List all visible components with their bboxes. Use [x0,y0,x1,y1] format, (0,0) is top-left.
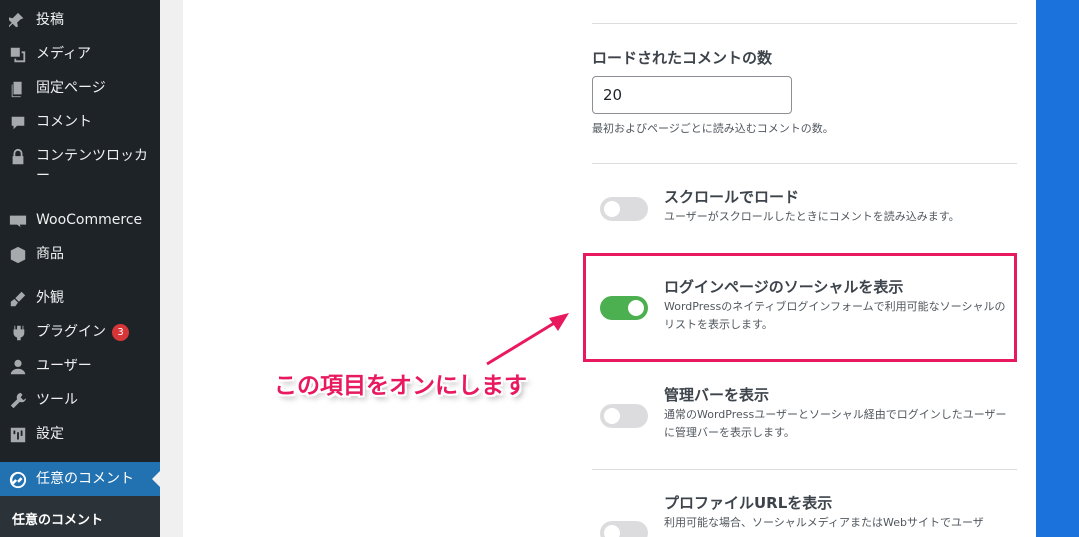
pin-icon [0,10,36,30]
update-count-badge: 3 [112,324,129,341]
sidebar-item-media[interactable]: メディア [0,44,160,64]
settings-icon [0,424,36,444]
box-icon [0,244,36,264]
wrench-icon [0,390,36,410]
sidebar-item-posts[interactable]: 投稿 [0,10,160,30]
sidebar-item-label: コンテンツロッカー [36,148,148,184]
sidebar-item-products[interactable]: 商品 [0,244,160,264]
divider [592,23,1017,24]
toggle-knob [604,201,620,217]
sidebar-item-appearance[interactable]: 外観 [0,288,160,308]
profile-url-label: プロファイルURLを表示 [664,494,833,512]
sidebar-item-label: プラグイン [36,324,106,340]
user-icon [0,356,36,376]
brush-icon [0,288,36,308]
toggle-knob [604,408,620,424]
annotation-callout: この項目をオンにします [274,373,527,399]
scroll-load-description: ユーザーがスクロールしたときにコメントを読み込みます。 [664,210,960,223]
right-edge-bar [1036,0,1079,537]
sidebar-item-label: ツール [36,392,78,408]
sidebar-item-woocommerce[interactable]: WooCommerce [0,210,160,230]
media-icon [0,44,36,64]
sidebar-item-content-locker[interactable]: コンテンツロッカー [0,146,160,186]
sidebar-item-pages[interactable]: 固定ページ [0,78,160,98]
admin-bar-label: 管理バーを表示 [664,386,770,404]
sidebar-item-label: コメント [36,114,92,130]
sidebar-item-tools[interactable]: ツール [0,390,160,410]
sidebar-item-label: メディア [36,46,92,62]
sidebar-item-label: 固定ページ [36,80,106,96]
sidebar-item-settings[interactable]: 設定 [0,424,160,444]
sidebar-item-label: 設定 [36,426,64,442]
scroll-load-label: スクロールでロード [664,188,800,206]
sidebar-item-users[interactable]: ユーザー [0,356,160,376]
divider [592,469,1017,470]
sidebar-item-label: 商品 [36,246,64,262]
sidebar-item-wpdiscuz[interactable]: 任意のコメント [0,462,160,496]
scroll-load-toggle[interactable] [600,197,648,221]
plugin-icon [0,322,36,342]
sidebar-item-comments[interactable]: コメント [0,112,160,132]
profile-url-toggle[interactable] [600,521,648,537]
sidebar-item-label: WooCommerce [36,212,143,228]
loaded-comments-description: 最初およびページごとに読み込むコメントの数。 [592,122,834,135]
highlight-box [583,253,1017,362]
pages-icon [0,78,36,98]
woo-icon [0,210,36,230]
wpdiscuz-icon [0,469,36,489]
sidebar-item-label: 投稿 [36,12,64,28]
sidebar-item-label: 任意のコメント [36,471,134,487]
toggle-knob [604,525,620,537]
divider [592,163,1017,164]
admin-bar-description: 通常のWordPressユーザーとソーシャル経由でログインしたユーザーに管理バー… [664,408,1007,439]
loaded-comments-label: ロードされたコメントの数 [592,49,773,67]
submenu-item-wpdiscuz[interactable]: 任意のコメント [12,509,103,528]
admin-sidebar: 投稿 メディア 固定ページ コメント コンテンツロッカー WooCommerce… [0,0,160,537]
lock-icon [0,146,36,166]
sidebar-item-label: 外観 [36,290,64,306]
comments-icon [0,112,36,132]
loaded-comments-input[interactable] [592,76,792,114]
admin-bar-toggle[interactable] [600,404,648,428]
sidebar-submenu: 任意のコメント [0,496,160,537]
sidebar-item-label: ユーザー [36,358,92,374]
sidebar-item-plugins[interactable]: プラグイン 3 [0,322,160,342]
profile-url-description: 利用可能な場合、ソーシャルメディアまたはWebサイトでユーザ [664,516,984,529]
